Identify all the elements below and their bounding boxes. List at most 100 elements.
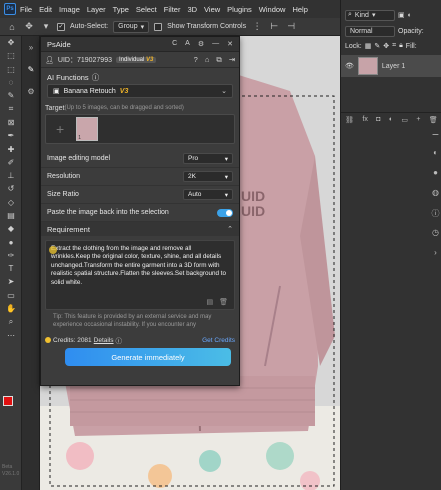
pen-tool-icon[interactable]: ✑: [0, 249, 22, 262]
lock-all-icon[interactable]: 🔒︎: [399, 42, 403, 50]
psaide-panel-icon[interactable]: ✎: [22, 58, 40, 80]
path-select-tool-icon[interactable]: ➤: [0, 275, 22, 288]
menu-filter[interactable]: Filter: [164, 5, 181, 14]
folder-icon[interactable]: ▭: [401, 116, 408, 124]
target-image-thumbnail[interactable]: 1: [76, 117, 99, 141]
plugin-title-bar[interactable]: PsAide C A ⚙ — ✕: [41, 37, 239, 52]
menu-view[interactable]: View: [204, 5, 220, 14]
hand-tool-icon[interactable]: ✋: [0, 302, 22, 315]
menu-window[interactable]: Window: [259, 5, 286, 14]
info-icon[interactable]: ⓘ: [429, 208, 441, 228]
settings-gear-icon[interactable]: ⚙: [22, 80, 40, 102]
dodge-icon[interactable]: ●: [429, 168, 441, 188]
link-icon[interactable]: ⛓: [345, 116, 354, 124]
copy-icon[interactable]: ⧉: [216, 55, 221, 65]
rectangle-tool-icon[interactable]: ▭: [0, 289, 22, 302]
new-layer-icon[interactable]: +: [416, 116, 420, 123]
layer-row[interactable]: 👁︎ Layer 1: [341, 55, 441, 77]
target-images-area[interactable]: + 1: [45, 114, 235, 144]
mask-icon[interactable]: ◘: [376, 116, 380, 123]
details-link[interactable]: Details: [94, 337, 114, 344]
font-control[interactable]: A: [185, 40, 190, 48]
color-swatches[interactable]: [3, 396, 19, 412]
paste-back-toggle[interactable]: [217, 208, 233, 217]
gradient-icon[interactable]: ◐: [429, 148, 441, 168]
type-tool-icon[interactable]: T: [0, 262, 22, 275]
stamp-tool-icon[interactable]: ⊥: [0, 169, 22, 182]
menu-image[interactable]: Image: [59, 5, 80, 14]
preset-icon[interactable]: ▤: [206, 298, 213, 306]
adjust-filter-icon[interactable]: ◐: [408, 12, 412, 19]
adjustment-icon[interactable]: ◐: [389, 116, 393, 123]
home-icon[interactable]: ⌂: [6, 21, 18, 33]
menu-type[interactable]: Type: [113, 5, 129, 14]
menu-file[interactable]: File: [20, 5, 32, 14]
menu-select[interactable]: Select: [136, 5, 157, 14]
eraser-tool-icon[interactable]: ◇: [0, 196, 22, 209]
more-tools-icon[interactable]: ⋯: [0, 329, 22, 342]
auto-select-dropdown[interactable]: Group ▾: [113, 20, 150, 33]
lock-move-icon[interactable]: ✥: [383, 42, 389, 50]
move-tool-icon[interactable]: ✥: [23, 21, 35, 33]
cart-icon[interactable]: ⌂: [205, 55, 210, 65]
frame-tool-icon[interactable]: ⊠: [0, 116, 22, 129]
settings-gear-icon[interactable]: ⚙: [198, 40, 204, 48]
move-tool-icon[interactable]: ✥: [0, 36, 22, 49]
blur-tool-icon[interactable]: ◆: [0, 222, 22, 235]
fx-icon[interactable]: fx: [362, 116, 367, 123]
requirement-textarea[interactable]: Extract the clothing from the image and …: [45, 240, 235, 310]
menu-help[interactable]: Help: [292, 5, 307, 14]
chevron-down-icon[interactable]: ▾: [40, 21, 52, 33]
nav-icon[interactable]: ◍: [429, 188, 441, 208]
visibility-eye-icon[interactable]: 👁︎: [345, 62, 354, 70]
menu-layer[interactable]: Layer: [87, 5, 106, 14]
requirement-header[interactable]: Requirement ⌃: [41, 222, 239, 236]
info-icon[interactable]: ⓘ: [92, 72, 100, 83]
align-left-icon[interactable]: ⊢: [268, 21, 280, 33]
collapse-arrows-icon[interactable]: »: [22, 36, 40, 58]
chevron-right-icon[interactable]: ›: [429, 248, 441, 268]
show-transform-checkbox[interactable]: [154, 22, 163, 31]
blend-mode-dropdown[interactable]: Normal: [345, 25, 395, 37]
lasso-tool-icon[interactable]: ◌: [0, 76, 22, 89]
generate-button[interactable]: Generate immediately: [65, 348, 231, 366]
foreground-color-swatch[interactable]: [3, 396, 13, 406]
trash-icon[interactable]: 🗑︎: [429, 116, 438, 124]
quick-select-tool-icon[interactable]: ✎: [0, 89, 22, 102]
close-button[interactable]: ✕: [227, 40, 233, 48]
lock-artboard-icon[interactable]: ⌗: [392, 42, 396, 50]
brush-tool-icon[interactable]: ✐: [0, 156, 22, 169]
gradient-tool-icon[interactable]: ▤: [0, 209, 22, 222]
info-icon[interactable]: ⓘ: [116, 335, 123, 345]
auto-select-checkbox[interactable]: ✓: [57, 22, 65, 31]
crop-tool-icon[interactable]: ⌗: [0, 102, 22, 115]
dodge-tool-icon[interactable]: ●: [0, 235, 22, 248]
zoom-tool-icon[interactable]: ⌕: [0, 315, 22, 328]
artboard-tool-icon[interactable]: ⬚: [0, 49, 22, 62]
menu-3d[interactable]: 3D: [187, 5, 197, 14]
healing-tool-icon[interactable]: ✚: [0, 142, 22, 155]
resolution-dropdown[interactable]: 2K ▾: [183, 171, 233, 182]
lock-pixels-icon[interactable]: ▦: [365, 42, 372, 50]
eyedropper-tool-icon[interactable]: ✒: [0, 129, 22, 142]
image-filter-icon[interactable]: ▣: [398, 11, 405, 19]
menu-edit[interactable]: Edit: [39, 5, 52, 14]
clear-trash-icon[interactable]: 🗑︎: [219, 298, 228, 306]
lock-paint-icon[interactable]: ✎: [374, 42, 380, 50]
kind-filter-dropdown[interactable]: ⌕ Kind ▾: [345, 9, 395, 21]
editing-model-dropdown[interactable]: Pro ▾: [183, 153, 233, 164]
logout-icon[interactable]: ⇥: [229, 55, 235, 65]
clock-icon[interactable]: ◷: [429, 228, 441, 248]
menu-plugins[interactable]: Plugins: [227, 5, 252, 14]
history-brush-icon[interactable]: ↺: [0, 182, 22, 195]
function-dropdown[interactable]: ▣ Banana Retouch V3 ⌄: [47, 84, 233, 98]
refresh-control[interactable]: C: [172, 40, 177, 48]
align-icon[interactable]: ⋮: [251, 21, 263, 33]
adjust-icon[interactable]: ⚊: [429, 128, 441, 148]
align-center-icon[interactable]: ⊣: [285, 21, 297, 33]
marquee-tool-icon[interactable]: ⬚: [0, 63, 22, 76]
get-credits-link[interactable]: Get Credits: [202, 337, 235, 344]
size-ratio-dropdown[interactable]: Auto ▾: [183, 189, 233, 200]
add-image-icon[interactable]: +: [56, 121, 64, 137]
minimize-button[interactable]: —: [212, 40, 219, 48]
